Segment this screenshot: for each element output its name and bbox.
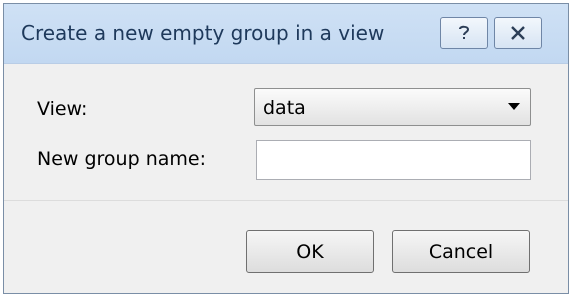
dialog-title: Create a new empty group in a view	[21, 21, 385, 45]
view-label: View:	[37, 98, 88, 120]
help-button[interactable]	[440, 17, 488, 49]
dialog-titlebar: Create a new empty group in a view	[4, 4, 568, 64]
help-icon	[459, 25, 470, 39]
close-button[interactable]	[494, 17, 542, 49]
ok-button[interactable]: OK	[246, 230, 374, 273]
footer-separator	[4, 200, 568, 201]
group-name-input[interactable]	[256, 140, 531, 180]
group-name-label: New group name:	[37, 148, 206, 170]
view-select-value: data	[263, 97, 306, 119]
view-select[interactable]: data	[254, 88, 531, 126]
cancel-button[interactable]: Cancel	[392, 230, 530, 273]
chevron-down-icon	[508, 103, 520, 110]
create-group-dialog: Create a new empty group in a view View:…	[3, 3, 569, 294]
close-icon	[511, 26, 525, 40]
